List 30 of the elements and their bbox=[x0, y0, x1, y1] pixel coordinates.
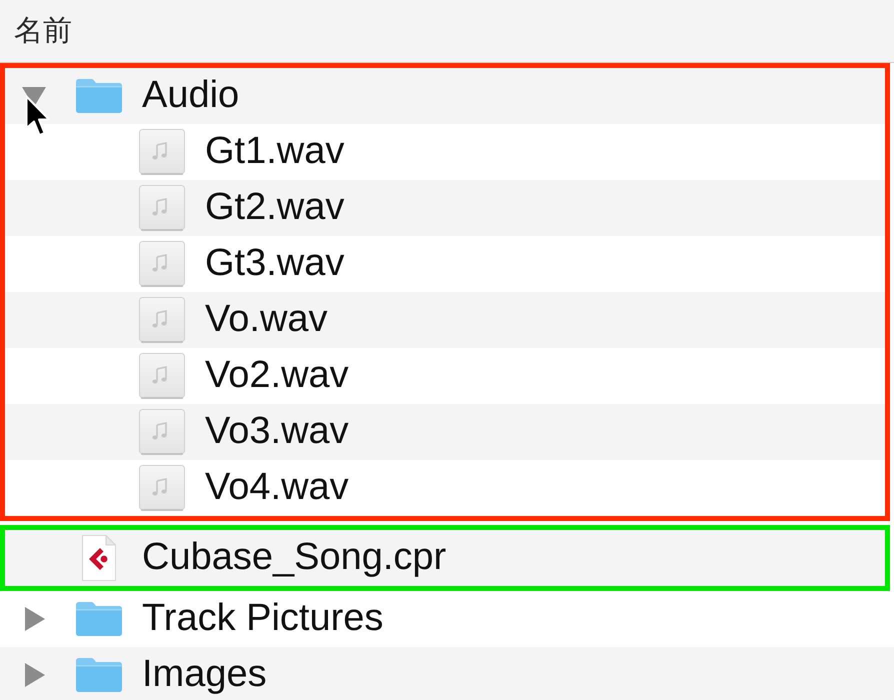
item-name: Gt2.wav bbox=[205, 187, 344, 229]
item-name: Vo2.wav bbox=[205, 355, 349, 397]
folder-icon bbox=[76, 602, 122, 636]
item-name: Track Pictures bbox=[142, 598, 384, 640]
list-row[interactable]: Gt2.wav bbox=[5, 180, 885, 236]
audio-file-icon bbox=[139, 185, 185, 231]
audio-file-icon bbox=[139, 465, 185, 511]
list-row[interactable]: Vo.wav bbox=[5, 292, 885, 348]
item-name: Vo4.wav bbox=[205, 467, 349, 509]
disclosure-triangle-icon[interactable] bbox=[22, 86, 46, 106]
item-name: Cubase_Song.cpr bbox=[142, 537, 446, 579]
project-file-icon bbox=[82, 535, 116, 581]
list-row[interactable]: Audio bbox=[5, 68, 885, 124]
list-row[interactable]: Vo3.wav bbox=[5, 404, 885, 460]
audio-file-icon bbox=[139, 129, 185, 175]
list-row[interactable]: Images bbox=[0, 647, 894, 700]
item-name: Gt1.wav bbox=[205, 131, 344, 173]
audio-file-icon bbox=[139, 353, 185, 399]
item-name: Gt3.wav bbox=[205, 243, 344, 285]
audio-file-icon bbox=[139, 297, 185, 343]
column-header[interactable]: 名前 bbox=[0, 0, 894, 63]
item-name: Vo.wav bbox=[205, 299, 328, 341]
item-name: Audio bbox=[142, 75, 240, 117]
folder-icon bbox=[76, 658, 122, 692]
audio-file-icon bbox=[139, 241, 185, 287]
audio-file-icon bbox=[139, 409, 185, 455]
item-name: Vo3.wav bbox=[205, 411, 349, 453]
folder-icon bbox=[76, 79, 122, 113]
item-name: Images bbox=[142, 654, 267, 696]
list-row[interactable]: Cubase_Song.cpr bbox=[5, 530, 885, 586]
